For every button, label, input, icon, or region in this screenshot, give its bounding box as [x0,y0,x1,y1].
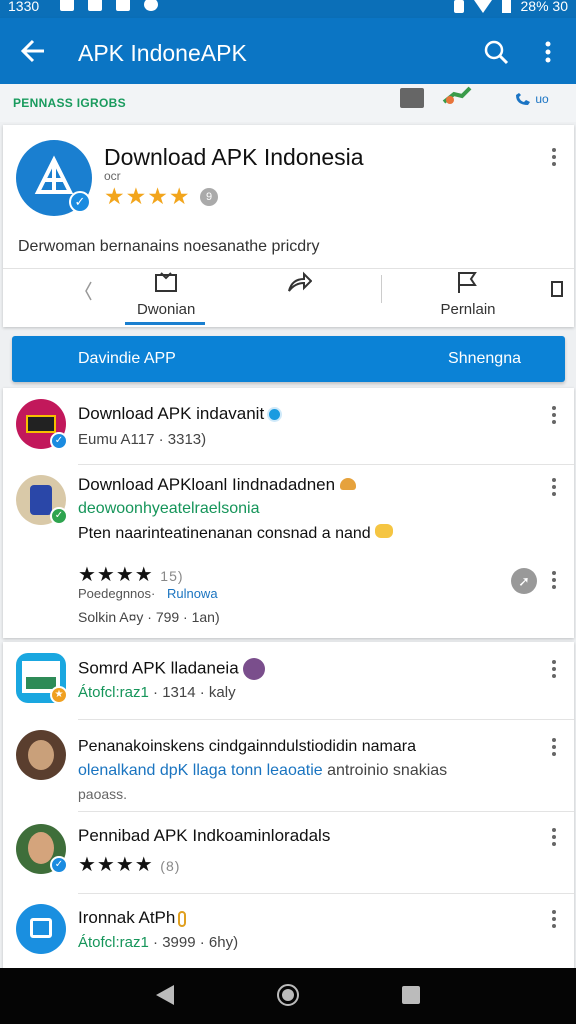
download-notification-icon [116,0,130,11]
app-bar-title: APK IndoneAPK [78,40,247,66]
app-rating-stars: ★★★★ [78,854,154,876]
phone-label: uo [535,92,549,106]
user-avatar-icon [243,658,266,680]
app-list-card: ★ Somrd APK lladaneia Átofcl:raz1 · 1314… [3,642,574,970]
share-action[interactable] [284,269,314,301]
square-icon[interactable] [551,281,563,301]
item-menu-icon[interactable] [549,478,559,500]
active-tab-indicator [125,322,205,325]
rocket-icon[interactable] [442,86,472,106]
app-title: Ironnak AtPh [78,908,176,927]
app-rating-stars: ★★★★ [104,183,191,209]
download-action-label: Dwonian [137,301,196,318]
app-description: Derwoman bernanains noesanathe pricdry [18,238,320,255]
verified-badge-icon: ✓ [50,432,68,450]
store-icon[interactable] [400,88,424,108]
post-title: Penanakoinskens cindgainndulstiodidin na… [78,738,417,755]
food-emoji-icon [339,478,356,490]
rating-count: (8) [160,858,181,874]
item-menu-icon[interactable] [549,910,559,932]
nav-recents-icon[interactable] [402,986,420,1004]
app-list-card: ✓ Download APK indavanit Eumu A117 · 331… [3,388,574,638]
app-subtitle: deowoonhyeatelraelsonia [78,500,260,517]
battery-icon [501,0,511,13]
verified-badge-icon: ✓ [69,191,91,213]
share-arrow-icon [286,269,313,295]
report-action-label: Pernlain [440,301,496,318]
system-navigation-bar [0,968,576,1024]
list-item[interactable]: Penanakoinskens cindgainndulstiodidin na… [3,720,574,812]
item-menu-icon[interactable] [549,660,559,682]
list-item[interactable]: ★ Somrd APK lladaneia Átofcl:raz1 · 1314… [3,642,574,720]
rating-count: 9 [200,188,218,206]
featured-app-card[interactable]: ✓ Download APK Indonesia ocr ★★★★ 9 Derw… [3,125,574,327]
phone-icon[interactable]: uo [514,92,549,107]
banner-download-button[interactable]: Davindie APP [78,350,176,368]
post-text: antroinio snakias [327,762,448,779]
app-meta: Solkin A¤y · 799 · 1an) [78,609,220,625]
hand-emoji-icon [375,524,394,538]
app-rating-stars: ★★★★ [78,564,154,586]
app-name: Download APK Indonesia [104,144,364,170]
app-thumbnail [16,904,66,954]
collapse-chevron-icon[interactable] [83,278,95,308]
image-notification-icon [88,0,102,11]
status-bar: 1330 28% 30 [0,0,576,18]
list-item[interactable]: ✓ Download APKloanl Iindnadadnen deowoon… [3,465,574,638]
download-banner[interactable]: Davindie APP Shnengna [12,336,565,382]
report-action[interactable]: Pernlain [433,269,503,318]
app-meta: Eumu A117 · 3313) [78,431,207,448]
overflow-menu-icon[interactable] [540,38,556,66]
app-title: Pennibad APK Indkoaminloradals [78,826,331,845]
vibrate-icon [453,0,464,13]
app-meta: · 1314 · kaly [153,684,236,701]
nav-home-icon[interactable] [277,984,299,1006]
section-header: PENNASS IGROBS uo [0,84,576,122]
card-menu-icon[interactable] [549,148,559,170]
app-title: Download APK indavanit [78,404,265,423]
section-label: PENNASS IGROBS [13,96,126,110]
wifi-icon [473,0,492,13]
notification-icon [60,0,74,11]
attachment-icon [178,910,187,927]
download-action[interactable]: Dwonian [137,269,195,318]
item-menu-icon[interactable] [549,571,559,593]
item-menu-icon[interactable] [549,406,559,428]
app-title: Download APKloanl Iindnadadnen [78,475,336,494]
battery-text: 28% 30 [520,0,568,14]
search-icon[interactable] [482,38,510,66]
app-bar: APK IndoneAPK [0,18,576,84]
nav-back-icon[interactable] [156,985,174,1005]
list-item[interactable]: ✓ Download APK indavanit Eumu A117 · 331… [3,388,574,465]
rating-count: 15) [160,568,184,584]
verified-badge-icon: ✓ [50,856,68,874]
flag-icon [455,269,481,295]
app-description: Pten naarinteatinenanan consnad a nand [78,525,371,542]
app-meta: · 3999 · 6hy) [153,934,239,951]
verified-icon [267,407,283,423]
status-time: 1330 [8,0,40,14]
user-avatar [16,730,66,780]
category-tag: Poedegnnos· [78,586,156,601]
action-separator [381,275,382,303]
back-arrow-icon[interactable] [18,36,50,68]
app-version: Átofcl:raz1 [78,934,149,951]
post-link[interactable]: olenalkand dpK llaga tonn leaoatie [78,762,323,779]
item-menu-icon[interactable] [549,738,559,760]
download-icon [153,269,179,295]
share-icon[interactable]: ➚ [511,568,537,594]
item-menu-icon[interactable] [549,828,559,850]
category-link[interactable]: Rulnowa [167,586,218,601]
post-snippet: paoass. [78,786,128,802]
chat-notification-icon [144,0,158,11]
list-item[interactable]: Ironnak AtPh Átofcl:raz1 · 3999 · 6hy) [3,894,574,970]
banner-secondary-button[interactable]: Shnengna [448,350,521,368]
app-developer: ocr [104,169,121,183]
app-version: Átofcl:raz1 [78,684,149,701]
list-item[interactable]: ✓ Pennibad APK Indkoaminloradals ★★★★ (8… [3,812,574,894]
verified-badge-icon: ✓ [50,507,68,525]
app-title: Somrd APK lladaneia [78,658,239,678]
badge-icon: ★ [50,686,68,704]
